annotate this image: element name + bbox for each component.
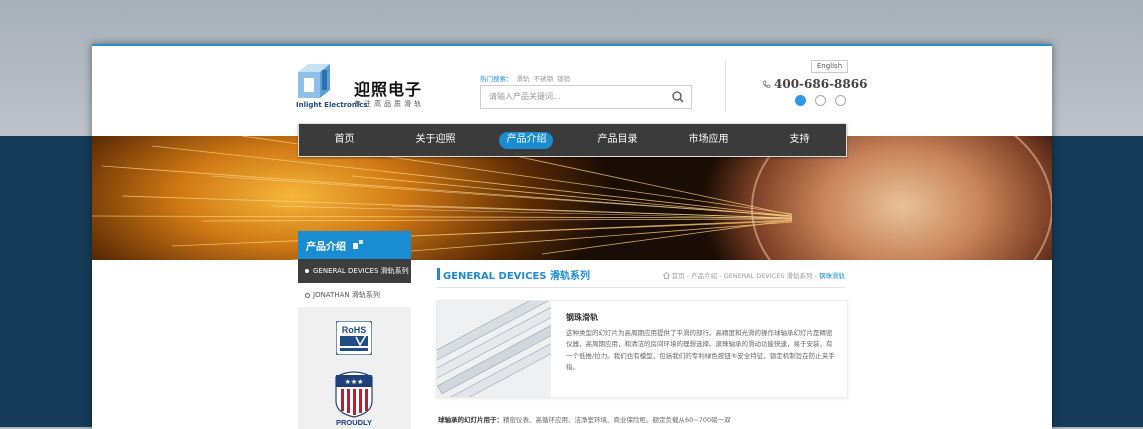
sidebar-item-general-devices[interactable]: GENERAL DEVICES 滑轨系列 <box>298 259 411 283</box>
rohs-badge: RoHS <box>336 321 372 355</box>
proudly-badge: ★★★ PROUDLY <box>335 371 373 427</box>
phone-number: 400-686-8866 <box>774 77 868 91</box>
nav-item-about[interactable]: 关于迎照 <box>390 124 481 156</box>
sidebar-title-icon <box>353 240 363 249</box>
nav-item-products[interactable]: 产品介绍 <box>481 124 572 156</box>
breadcrumb-home[interactable]: 首页 <box>672 272 685 280</box>
title-accent-bar <box>437 268 440 280</box>
product-name[interactable]: 钢珠滑轨 <box>566 312 598 323</box>
logo-slogan: 专注高品质滑轨 <box>354 100 424 108</box>
bullet-icon <box>305 293 310 298</box>
nav-item-catalog[interactable]: 产品目录 <box>572 124 663 156</box>
hot-keyword[interactable]: 滑轨 <box>517 75 530 83</box>
slide-rails-image <box>422 291 574 409</box>
search-input[interactable]: 请输入产品关键词... <box>489 91 561 102</box>
section-title: GENERAL DEVICES 滑轨系列 <box>443 271 590 282</box>
breadcrumb-series[interactable]: GENERAL DEVICES 滑轨系列 <box>724 272 813 280</box>
hot-search: 热门搜索： 滑轨 不锈钢 锁销 <box>480 73 574 83</box>
website-preview: 迎照电子 Inlight Electronics 专注高品质滑轨 热门搜索： 滑轨… <box>92 44 1052 429</box>
sidebar-item-jonathan[interactable]: JONATHAN 滑轨系列 <box>298 283 411 307</box>
home-icon <box>662 272 670 279</box>
sidebar-header: 产品介绍 <box>298 231 411 259</box>
product-description: 这种类型的幻灯片为高周期应用提供了平滑的部行。高精度和光滑的操作球轴承幻灯片是精… <box>566 329 835 371</box>
proudly-badge-label: PROUDLY <box>336 418 372 427</box>
product-card[interactable]: 钢珠滑轨 这种类型的幻灯片为高周期应用提供了平滑的部行。高精度和光滑的操作球轴承… <box>422 291 848 409</box>
main-nav: 首页 关于迎照 产品介绍 产品目录 市场应用 支持 <box>298 123 847 157</box>
product-image <box>422 291 574 409</box>
search-icon <box>672 91 684 103</box>
applications-text: 精密仪表、高循环应用、洁净室环境、商业保险柜。额定负载从60~700磅一双 <box>503 416 731 424</box>
search-box: 请输入产品关键词... <box>480 85 692 109</box>
applications-line: 球轴承的幻灯片用于：精密仪表、高循环应用、洁净室环境、商业保险柜。额定负载从60… <box>438 414 731 424</box>
phone-icon <box>762 80 771 88</box>
hot-search-label: 热门搜索： <box>480 75 513 83</box>
sidebar-item-label: GENERAL DEVICES 滑轨系列 <box>313 267 409 275</box>
qq-icon[interactable] <box>795 95 806 106</box>
svg-text:RoHS: RoHS <box>342 325 367 335</box>
nav-item-home[interactable]: 首页 <box>299 124 390 156</box>
breadcrumb-current: 钢珠滑轨 <box>819 272 845 280</box>
applications-label: 球轴承的幻灯片用于： <box>438 416 503 424</box>
language-switch[interactable]: English <box>811 60 848 73</box>
header-divider <box>725 60 726 112</box>
sidebar-title: 产品介绍 <box>306 242 346 253</box>
hot-keyword[interactable]: 锁销 <box>557 75 570 83</box>
sidebar-item-label: JONATHAN 滑轨系列 <box>313 291 380 299</box>
nav-item-support[interactable]: 支持 <box>754 124 845 156</box>
wechat-icon[interactable] <box>815 95 826 106</box>
hot-keyword[interactable]: 不锈钢 <box>534 75 554 83</box>
certification-panel: RoHS ★★★ PROUDLY <box>298 307 411 429</box>
title-divider <box>437 287 845 288</box>
logo-mark-icon[interactable] <box>296 62 344 100</box>
bullet-icon <box>305 269 309 273</box>
search-button[interactable] <box>665 86 691 108</box>
svg-text:★★★: ★★★ <box>345 378 364 386</box>
weibo-icon[interactable] <box>835 95 846 106</box>
logo-title[interactable]: 迎照电子 <box>354 76 422 100</box>
breadcrumb-products[interactable]: 产品介绍 <box>691 272 717 280</box>
nav-item-markets[interactable]: 市场应用 <box>663 124 754 156</box>
breadcrumb: 首页 - 产品介绍 - GENERAL DEVICES 滑轨系列 - 钢珠滑轨 <box>662 270 845 280</box>
